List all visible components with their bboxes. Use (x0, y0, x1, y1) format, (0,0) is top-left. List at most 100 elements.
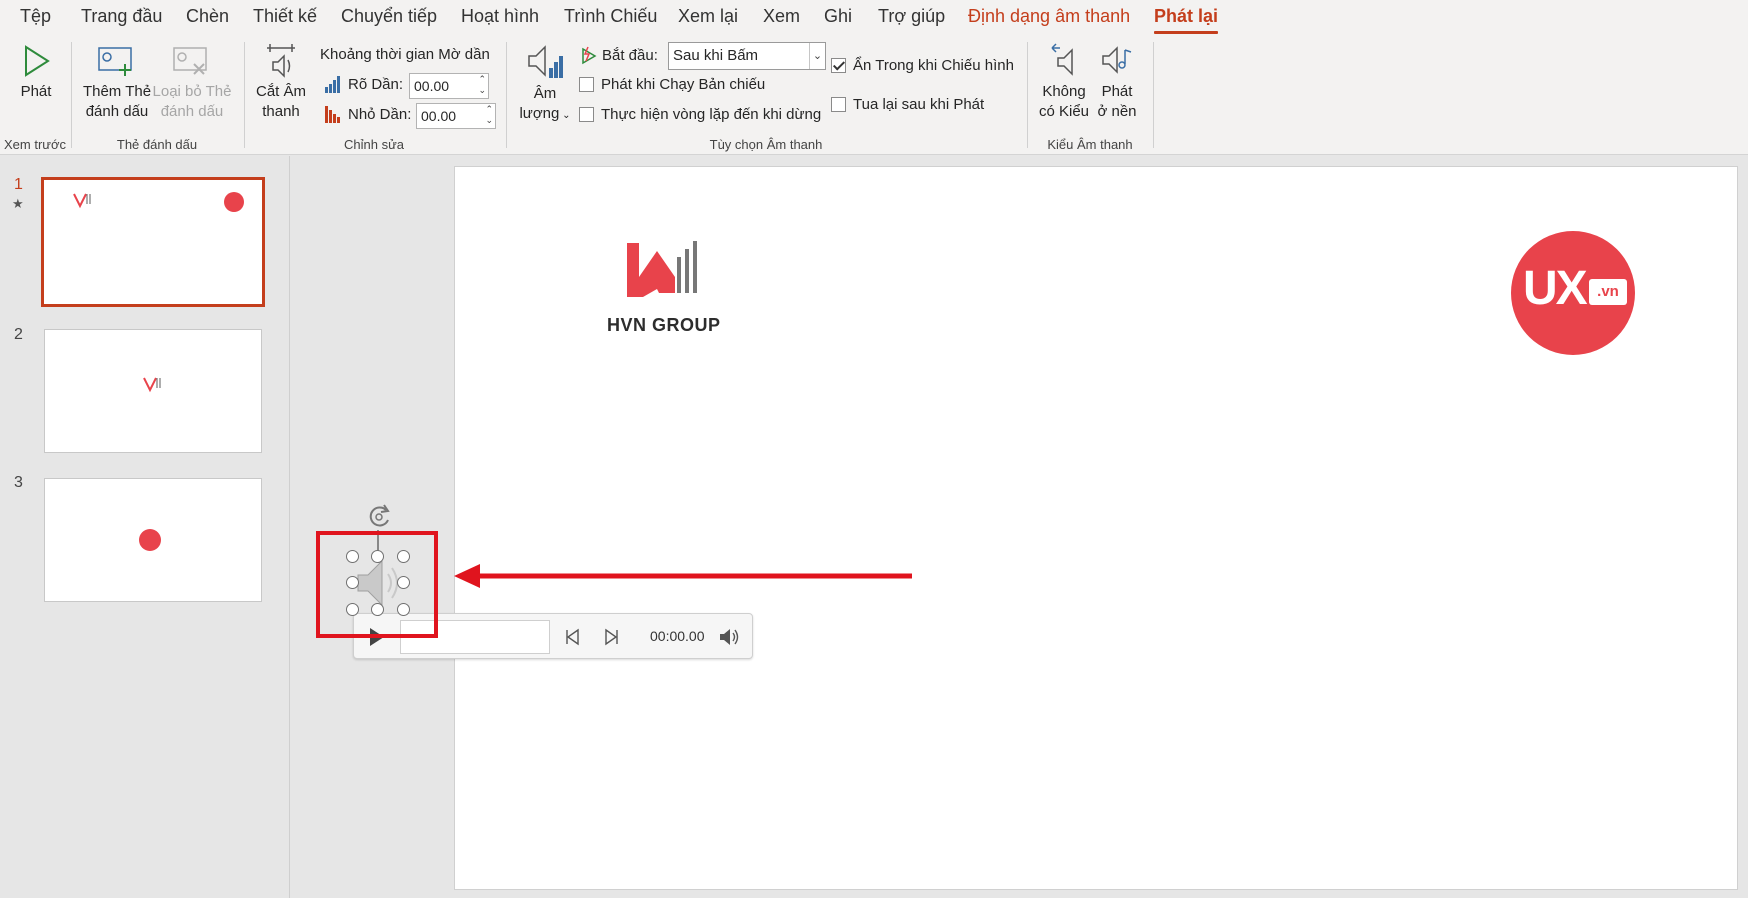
play-across-slides-checkbox[interactable] (579, 77, 594, 92)
ux-logo-text: UX (1523, 262, 1588, 315)
group-label-editing: Chỉnh sửa (343, 137, 405, 152)
play-in-background-icon (1102, 46, 1132, 74)
group-separator (1153, 42, 1154, 148)
play-button[interactable]: Phát (14, 44, 58, 102)
group-label-audio-options: Tùy chọn Âm thanh (709, 137, 823, 152)
speaker-volume-icon[interactable] (718, 627, 740, 647)
tab-review[interactable]: Xem lại (678, 6, 738, 27)
add-bookmark-icon (98, 47, 132, 76)
hide-during-show-label: Ẩn Trong khi Chiếu hình (853, 57, 1014, 74)
start-label: Bắt đầu: (602, 47, 658, 64)
remove-bookmark-label-2: đánh dấu (160, 103, 224, 120)
play-in-background-label-2: ở nền (1097, 103, 1137, 120)
trim-audio-icon (267, 44, 295, 78)
annotation-arrow (454, 564, 912, 588)
remove-bookmark-label-1: Loại bỏ Thẻ (152, 83, 232, 100)
no-style-label-2: có Kiểu (1038, 103, 1090, 120)
skip-back-icon[interactable] (564, 628, 582, 646)
trim-audio-label-1: Cắt Âm (255, 83, 306, 100)
skip-forward-icon[interactable] (602, 628, 620, 646)
slide-thumbnail-1[interactable] (41, 177, 265, 307)
audio-time: 00:00.00 (650, 628, 705, 644)
hide-during-show-checkbox[interactable] (831, 58, 846, 73)
tab-file[interactable]: Tệp (20, 6, 51, 27)
rotate-handle-icon[interactable] (364, 502, 394, 532)
hvn-logo-mini (73, 193, 91, 209)
fade-out-value: 00.00 (421, 108, 457, 124)
no-style-button[interactable]: Không có Kiểu (1036, 42, 1092, 122)
tab-home[interactable]: Trang đầu (81, 6, 162, 27)
add-bookmark-button[interactable]: Thêm Thẻ đánh dấu (82, 44, 152, 122)
spinner-arrows-icon[interactable]: ⌃ ⌄ (478, 74, 486, 96)
slide-thumbnail-2[interactable] (44, 329, 262, 453)
tab-audio-format[interactable]: Định dạng âm thanh (968, 6, 1130, 27)
volume-label-2: lượng (519, 105, 560, 122)
rewind-after-playing-checkbox[interactable] (831, 97, 846, 112)
group-label-bookmarks: Thẻ đánh dấu (116, 137, 198, 152)
ribbon: Phát Xem trước Thêm Thẻ đánh dấu Loại bỏ… (0, 36, 1748, 155)
slide-number: 3 (14, 474, 23, 491)
tab-record[interactable]: Ghi (824, 6, 852, 27)
fade-out-label: Nhỏ Dần: (348, 106, 412, 123)
loop-until-stopped-checkbox[interactable] (579, 107, 594, 122)
remove-bookmark-button[interactable]: Loại bỏ Thẻ đánh dấu (152, 44, 232, 122)
hvn-logo-mini (143, 377, 161, 393)
fade-in-label: Rõ Dần: (348, 76, 404, 93)
powerpoint-window: Tệp Trang đầu Chèn Thiết kế Chuyển tiếp … (0, 0, 1748, 898)
tab-insert[interactable]: Chèn (186, 6, 229, 27)
tab-view[interactable]: Xem (763, 6, 800, 27)
spinner-arrows-icon[interactable]: ⌃ ⌄ (485, 104, 493, 126)
start-select-value: Sau khi Bấm (673, 47, 759, 64)
group-separator (71, 42, 72, 148)
tab-transitions[interactable]: Chuyển tiếp (341, 6, 437, 27)
fade-in-value: 00.00 (414, 78, 450, 94)
hvn-group-logo (627, 241, 697, 297)
tab-help[interactable]: Trợ giúp (878, 6, 945, 27)
no-style-label-1: Không (1042, 83, 1086, 100)
current-slide[interactable]: HVN GROUP UX .vn (454, 166, 1738, 890)
tab-slideshow[interactable]: Trình Chiếu (564, 6, 657, 27)
hvn-group-logo-text: HVN GROUP (607, 315, 721, 335)
tab-playback[interactable]: Phát lại (1154, 6, 1219, 34)
tab-design[interactable]: Thiết kế (253, 6, 317, 27)
play-in-background-button[interactable]: Phát ở nền (1094, 42, 1140, 122)
slide-thumbnails-pane: 1 ★ 2 3 (0, 156, 290, 898)
fade-out-icon (325, 106, 340, 123)
ux-logo-mini (224, 192, 244, 212)
group-label-preview: Xem trước (3, 137, 67, 152)
play-icon (25, 45, 50, 77)
play-across-slides-label: Phát khi Chạy Bản chiếu (601, 76, 766, 93)
group-separator (244, 42, 245, 148)
tab-animations[interactable]: Hoạt hình (461, 6, 539, 27)
ux-logo-mini (139, 529, 161, 551)
fade-in-spinner[interactable]: 00.00 ⌃ ⌄ (409, 73, 489, 99)
slide-thumbnail-3[interactable] (44, 478, 262, 602)
fade-duration-title: Khoảng thời gian Mờ dần (320, 46, 490, 63)
ux-logo-suffix: .vn (1589, 279, 1627, 305)
no-style-icon (1051, 43, 1073, 76)
slide-number: 1 (14, 176, 23, 193)
slide-number: 2 (14, 326, 23, 343)
start-select[interactable]: Sau khi Bấm ⌄ (668, 42, 826, 70)
trim-audio-label-2: thanh (262, 103, 300, 120)
volume-button[interactable]: Âm lượng ⌄ (516, 44, 574, 126)
group-separator (1027, 42, 1028, 148)
trim-audio-button[interactable]: Cắt Âm thanh (252, 42, 310, 122)
volume-icon (528, 45, 563, 78)
loop-until-stopped-label: Thực hiện vòng lặp đến khi dừng (601, 106, 822, 123)
fade-out-spinner[interactable]: 00.00 ⌃ ⌄ (416, 103, 496, 129)
remove-bookmark-icon (173, 47, 207, 75)
start-icon (582, 46, 597, 65)
play-label: Phát (20, 83, 52, 100)
ribbon-tabs: Tệp Trang đầu Chèn Thiết kế Chuyển tiếp … (0, 0, 1748, 36)
group-separator (506, 42, 507, 148)
play-in-background-label-1: Phát (1101, 83, 1133, 100)
add-bookmark-label-2: đánh dấu (85, 103, 149, 120)
fade-in-icon (325, 76, 340, 93)
chevron-down-icon[interactable]: ⌄ (809, 43, 825, 69)
add-bookmark-label-1: Thêm Thẻ (82, 83, 152, 100)
group-label-audio-styles: Kiểu Âm thanh (1047, 137, 1133, 152)
chevron-down-icon: ⌄ (559, 110, 571, 121)
ux-vn-logo: UX .vn (1511, 231, 1635, 355)
rewind-after-playing-label: Tua lại sau khi Phát (853, 96, 985, 113)
